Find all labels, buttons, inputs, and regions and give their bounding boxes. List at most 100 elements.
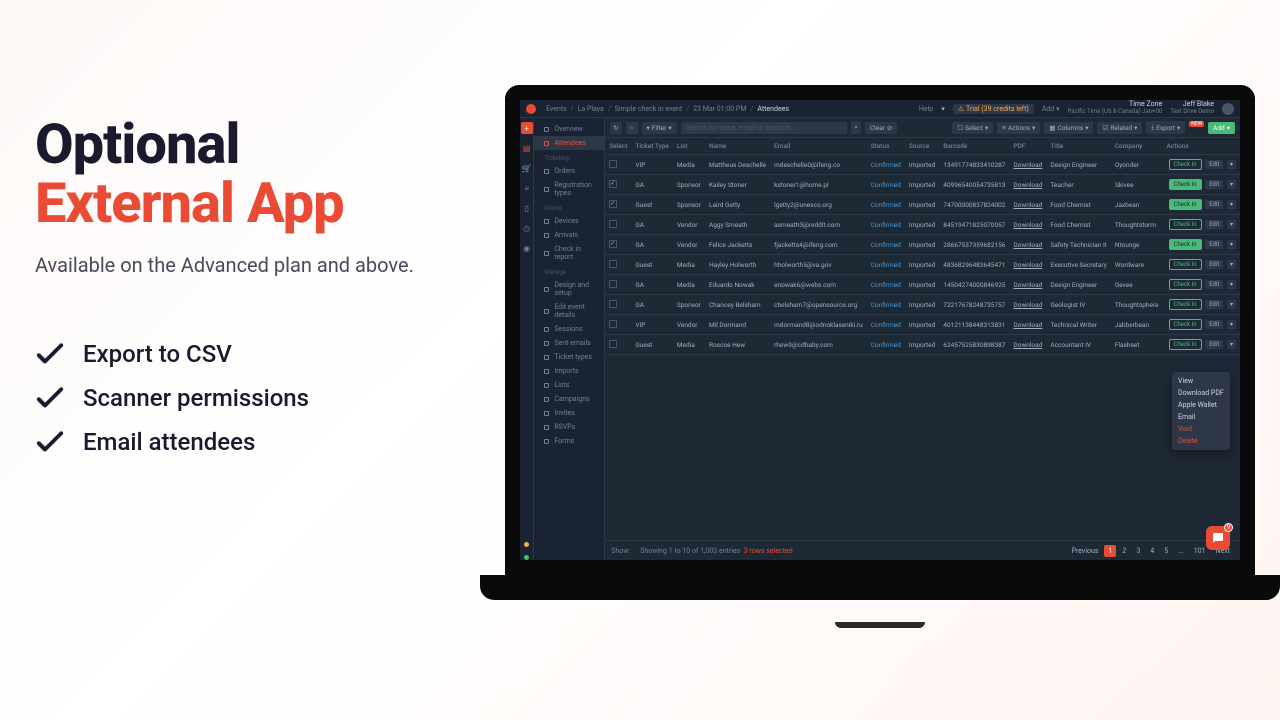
edit-button[interactable]: Edit [1205, 300, 1223, 309]
rail-list-icon[interactable]: ≡ [521, 182, 533, 194]
edit-button[interactable]: Edit [1205, 180, 1223, 189]
chat-button[interactable]: 9 [1206, 526, 1230, 550]
page-button[interactable]: ... [1174, 545, 1188, 557]
row-menu-button[interactable]: ▾ [1227, 240, 1236, 249]
add-link[interactable]: Add ▾ [1042, 105, 1060, 113]
column-header[interactable]: Company [1111, 138, 1163, 155]
refresh-button[interactable]: ↻ [610, 122, 621, 134]
table-row[interactable]: VIP Media Mattheus Deschelle mdeschelle0… [605, 155, 1240, 175]
timezone-display[interactable]: Time Zone Pacific Time (US & Canada) Jan… [1068, 101, 1163, 115]
page-button[interactable]: 5 [1160, 545, 1172, 557]
row-checkbox[interactable] [609, 240, 617, 248]
column-header[interactable]: List [673, 138, 705, 155]
table-row[interactable]: GA Vendor Felice Jacketts fjacketts4@ife… [605, 235, 1240, 255]
download-link[interactable]: Download [1009, 195, 1046, 215]
check-in-button[interactable]: Check In [1169, 159, 1202, 170]
row-menu-button[interactable]: ▾ [1227, 260, 1236, 269]
page-button[interactable]: 2 [1118, 545, 1130, 557]
column-header[interactable]: Status [867, 138, 905, 155]
edit-button[interactable]: Edit [1205, 320, 1223, 329]
sidebar-item[interactable]: Invites [534, 406, 604, 420]
related-button[interactable]: ☑ Related ▾ [1097, 122, 1142, 134]
check-in-button[interactable]: Check In [1169, 179, 1202, 190]
export-button[interactable]: ⤓ Export ▾ [1146, 121, 1185, 134]
row-checkbox[interactable] [609, 340, 617, 348]
download-link[interactable]: Download [1009, 275, 1046, 295]
sidebar-item[interactable]: Sessions [534, 322, 604, 336]
column-header[interactable]: Name [705, 138, 770, 155]
column-header[interactable]: Actions [1163, 138, 1240, 155]
row-menu-button[interactable]: ▾ [1227, 180, 1236, 189]
star-button[interactable]: ☆ [626, 122, 638, 134]
sidebar-item-attendees[interactable]: Attendees [534, 136, 604, 150]
table-row[interactable]: Guest Media Hayley Holworth hholworth5@v… [605, 255, 1240, 275]
check-in-button[interactable]: Check In [1169, 339, 1202, 350]
sidebar-item[interactable]: Ticket types [534, 350, 604, 364]
sidebar-item[interactable]: Campaigns [534, 392, 604, 406]
row-menu-button[interactable]: ▾ [1227, 280, 1236, 289]
page-button[interactable]: 1 [1104, 545, 1116, 557]
page-button[interactable]: 4 [1146, 545, 1158, 557]
download-link[interactable]: Download [1009, 315, 1046, 335]
download-link[interactable]: Download [1009, 155, 1046, 175]
check-in-button[interactable]: Check In [1169, 219, 1202, 230]
app-logo-icon[interactable] [526, 104, 536, 114]
check-in-button[interactable]: Check In [1169, 259, 1202, 270]
column-header[interactable]: Ticket Type [631, 138, 673, 155]
sidebar-item[interactable]: Sent emails [534, 336, 604, 350]
sidebar-item[interactable]: Arrivals [534, 228, 604, 242]
sidebar-item[interactable]: Lists [534, 378, 604, 392]
user-display[interactable]: Jeff Blake Test Drive Demo [1170, 101, 1214, 115]
check-in-button[interactable]: Check In [1169, 299, 1202, 310]
row-checkbox[interactable] [609, 200, 617, 208]
column-header[interactable]: Select [605, 138, 631, 155]
sidebar-item[interactable]: Design and setup [534, 278, 604, 300]
add-button[interactable]: Add ▾ [1208, 122, 1235, 134]
dropdown-item-void[interactable]: Void [1172, 423, 1230, 435]
page-button[interactable]: 3 [1132, 545, 1144, 557]
dropdown-item-email[interactable]: Email [1172, 411, 1230, 423]
columns-button[interactable]: ▦ Columns ▾ [1044, 122, 1093, 134]
row-menu-button[interactable]: ▾ [1227, 220, 1236, 229]
row-checkbox[interactable] [609, 320, 617, 328]
search-button[interactable]: ⌕ [851, 121, 861, 134]
sidebar-item[interactable]: Devices [534, 214, 604, 228]
download-link[interactable]: Download [1009, 295, 1046, 315]
dropdown-item-delete[interactable]: Delete [1172, 435, 1230, 447]
clear-button[interactable]: Clear ⊘ [865, 122, 897, 134]
edit-button[interactable]: Edit [1205, 160, 1223, 169]
sidebar-item[interactable]: RSVPs [534, 420, 604, 434]
table-row[interactable]: Guest Sponsor Laird Getty lgetty2@unesco… [605, 195, 1240, 215]
row-menu-button[interactable]: ▾ [1227, 160, 1236, 169]
download-link[interactable]: Download [1009, 175, 1046, 195]
check-in-button[interactable]: Check In [1169, 199, 1202, 210]
download-link[interactable]: Download [1009, 255, 1046, 275]
rail-people-icon[interactable]: ◉ [521, 242, 533, 254]
dropdown-item-view[interactable]: View [1172, 375, 1230, 387]
dropdown-item-download-pdf[interactable]: Download PDF [1172, 387, 1230, 399]
select-button[interactable]: ☐ Select ▾ [952, 122, 993, 134]
download-link[interactable]: Download [1009, 335, 1046, 355]
row-menu-button[interactable]: ▾ [1227, 340, 1236, 349]
sidebar-item[interactable]: Imports [534, 364, 604, 378]
rail-cart-icon[interactable]: 🛒 [521, 162, 533, 174]
prev-button[interactable]: Previous [1068, 545, 1103, 557]
column-header[interactable]: Source [905, 138, 939, 155]
table-row[interactable]: GA Vendor Aggy Smeath asmeath3@reddit.co… [605, 215, 1240, 235]
table-row[interactable]: GA Sponsor Chancey Belsham cbelsham7@ope… [605, 295, 1240, 315]
column-header[interactable]: Email [770, 138, 867, 155]
edit-button[interactable]: Edit [1205, 260, 1223, 269]
sidebar-item[interactable]: Forms [534, 434, 604, 448]
sidebar-item[interactable]: Registration types [534, 178, 604, 200]
row-checkbox[interactable] [609, 180, 617, 188]
sidebar-item[interactable]: Edit event details [534, 300, 604, 322]
trial-badge[interactable]: ⚠ Trial (39 credits left) [953, 104, 1034, 114]
rail-add-button[interactable]: + [521, 122, 533, 134]
edit-button[interactable]: Edit [1205, 240, 1223, 249]
column-header[interactable]: PDF [1009, 138, 1046, 155]
check-in-button[interactable]: Check In [1169, 319, 1202, 330]
sidebar-item[interactable]: Check in report [534, 242, 604, 264]
search-input[interactable]: Search by name, email or barcode... [681, 122, 848, 134]
row-checkbox[interactable] [609, 220, 617, 228]
avatar[interactable] [1222, 103, 1234, 115]
